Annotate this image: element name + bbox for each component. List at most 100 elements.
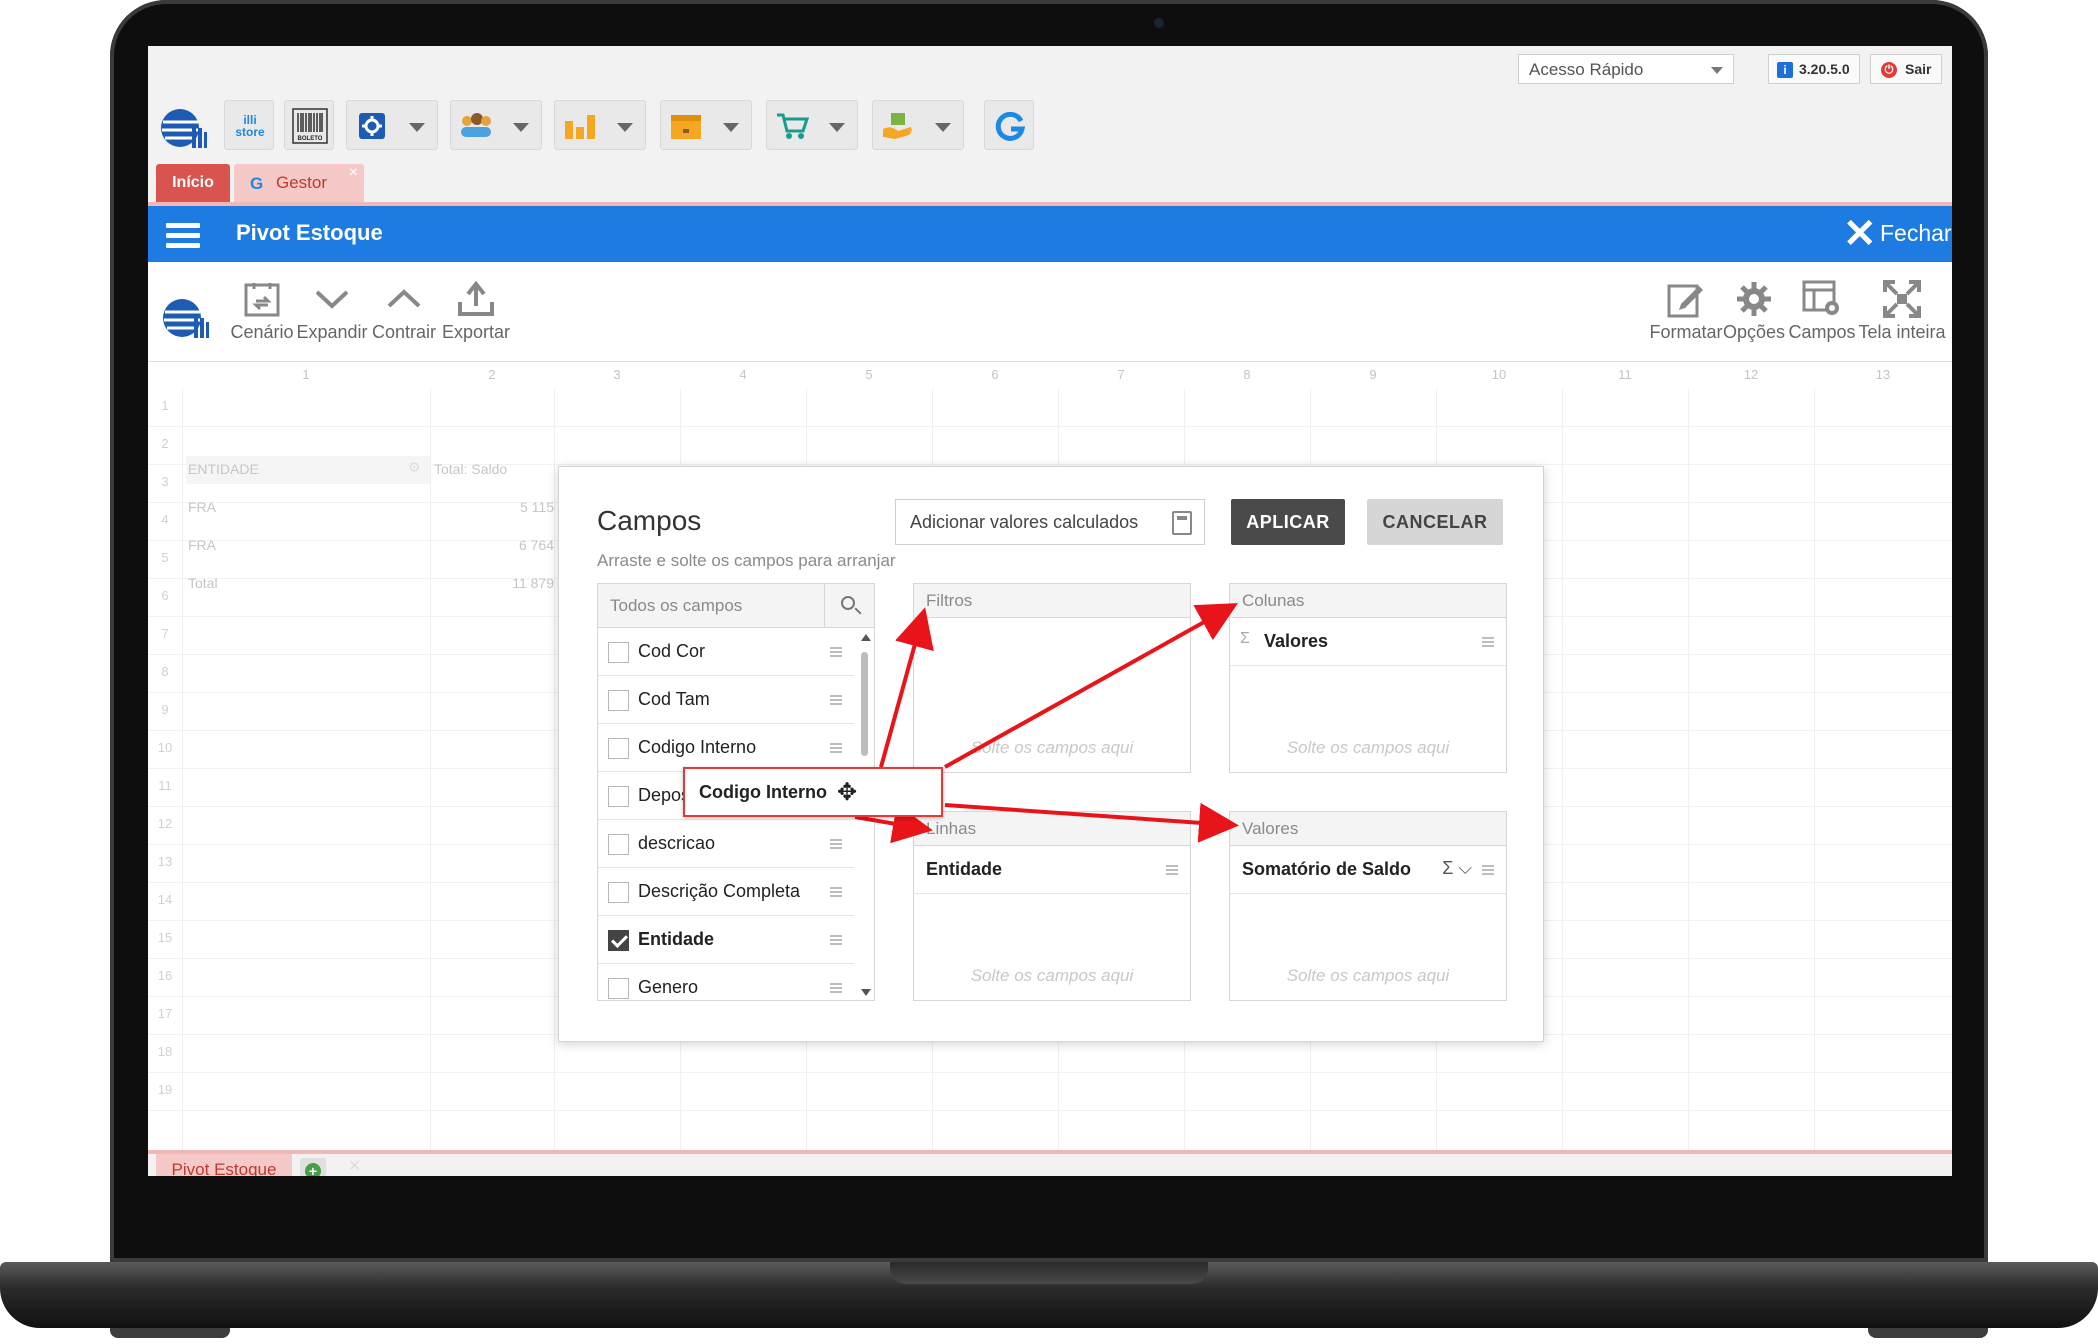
columns-zone[interactable]: Colunas Σ Valores Solte os campos aqui — [1229, 583, 1507, 773]
grid-column-header: 2 — [488, 367, 496, 382]
drag-handle-icon[interactable] — [830, 887, 842, 897]
drag-handle-icon[interactable] — [1166, 865, 1178, 875]
scenario-button[interactable]: Cenário — [226, 276, 298, 343]
field-label: Genero — [638, 977, 699, 997]
drag-handle-icon[interactable] — [830, 695, 842, 705]
grid-header-total: Total: Saldo — [434, 461, 508, 477]
laptop-foot — [1868, 1328, 1988, 1338]
chevron-up-icon — [368, 276, 440, 322]
drag-ghost-item[interactable]: Codigo Interno ✥ — [683, 767, 943, 817]
cart-icon — [773, 107, 811, 145]
logistics-dropdown[interactable] — [872, 100, 964, 150]
sales-dropdown[interactable] — [766, 100, 858, 150]
collapse-label: Contrair — [371, 322, 437, 342]
field-checkbox[interactable] — [608, 642, 629, 663]
fullscreen-button[interactable]: Tela inteira — [1856, 276, 1948, 343]
cancel-button[interactable]: CANCELAR — [1367, 499, 1503, 545]
field-checkbox[interactable] — [608, 786, 629, 807]
top-bar: Acesso Rápido i 3.20.5.0 ⏻ Sair illi sto… — [148, 46, 1952, 206]
menu-icon[interactable] — [166, 223, 200, 249]
stock-dropdown[interactable] — [660, 100, 752, 150]
grid-row-number: 1 — [161, 398, 169, 413]
dialog-subtitle: Arraste e solte os campos para arranjar — [597, 551, 896, 570]
drag-handle-icon[interactable] — [1482, 865, 1494, 875]
info-icon: i — [1777, 62, 1793, 78]
field-list-item[interactable]: Descrição Completa — [598, 868, 854, 916]
apply-button[interactable]: APLICAR — [1231, 499, 1345, 545]
values-zone[interactable]: Valores Somatório de Saldo Σ ⌵ Solte os … — [1229, 811, 1507, 1001]
users-dropdown[interactable] — [450, 100, 542, 150]
field-list-item[interactable]: Cod Cor — [598, 628, 854, 676]
expand-button[interactable]: Expandir — [294, 276, 370, 343]
grid-row-number: 8 — [161, 664, 169, 679]
fields-label: Campos — [1788, 322, 1856, 342]
scroll-down-icon[interactable] — [861, 989, 871, 996]
refresh-button[interactable] — [984, 100, 1034, 150]
dialog-title: Campos — [597, 505, 702, 536]
logout-button[interactable]: ⏻ Sair — [1870, 54, 1942, 84]
scroll-thumb[interactable] — [861, 652, 868, 756]
grid-column-header: 11 — [1618, 367, 1632, 382]
fullscreen-label: Tela inteira — [1858, 322, 1946, 342]
drop-placeholder: Solte os campos aqui — [1286, 966, 1450, 985]
reports-dropdown[interactable] — [554, 100, 646, 150]
field-list-item[interactable]: Cod Tam — [598, 676, 854, 724]
store-button[interactable]: illi store — [224, 100, 274, 150]
export-button[interactable]: Exportar — [438, 276, 514, 343]
close-icon[interactable]: × — [349, 154, 358, 192]
quick-access-select[interactable]: Acesso Rápido — [1518, 54, 1734, 84]
grid-row-line — [148, 1072, 1952, 1073]
drag-handle-icon[interactable] — [830, 839, 842, 849]
tab-pivot-estoque[interactable]: Pivot Estoque — [156, 1154, 292, 1176]
search-icon — [841, 596, 855, 610]
rows-zone-item[interactable]: Entidade — [914, 846, 1190, 894]
options-button[interactable]: Opções — [1722, 276, 1786, 343]
options-label: Opções — [1722, 322, 1786, 342]
add-tab-button[interactable]: + — [300, 1158, 326, 1176]
fields-button[interactable]: Campos — [1788, 276, 1856, 343]
collapse-button[interactable]: Contrair — [368, 276, 440, 343]
columns-zone-item[interactable]: Σ Valores — [1230, 618, 1506, 666]
field-checkbox[interactable] — [608, 930, 629, 951]
field-list-item[interactable]: descricao — [598, 820, 854, 868]
tab-gestor[interactable]: G Gestor × — [234, 164, 364, 202]
barcode-button[interactable]: BOLETO — [284, 100, 334, 150]
field-checkbox[interactable] — [608, 882, 629, 903]
search-button[interactable] — [824, 584, 874, 628]
values-zone-item[interactable]: Somatório de Saldo Σ ⌵ — [1230, 846, 1506, 894]
settings-dropdown[interactable] — [346, 100, 438, 150]
field-checkbox[interactable] — [608, 834, 629, 855]
field-checkbox[interactable] — [608, 738, 629, 759]
scenario-label: Cenário — [230, 322, 294, 342]
drag-handle-icon[interactable] — [830, 983, 842, 993]
scroll-up-icon[interactable] — [861, 634, 871, 641]
close-button[interactable]: Fechar — [1880, 220, 1952, 247]
close-icon[interactable]: ✕ — [348, 1156, 361, 1176]
format-button[interactable]: Formatar — [1648, 276, 1724, 343]
drag-handle-icon[interactable] — [830, 935, 842, 945]
drag-handle-icon[interactable] — [830, 743, 842, 753]
chevron-down-icon: ⌵ — [1458, 858, 1472, 878]
calculator-icon — [1172, 511, 1192, 535]
field-checkbox[interactable] — [608, 978, 629, 999]
sigma-icon: Σ — [1442, 858, 1454, 878]
filters-zone-title: Filtros — [914, 584, 1190, 618]
grid-column-header: 8 — [1243, 367, 1251, 382]
grid-row-number: 5 — [161, 550, 169, 565]
aggregation-dropdown[interactable]: Σ ⌵ — [1442, 858, 1472, 879]
version-button[interactable]: i 3.20.5.0 — [1768, 54, 1860, 84]
field-list-item[interactable]: Codigo Interno — [598, 724, 854, 772]
chevron-down-icon — [829, 123, 845, 132]
close-icon[interactable]: ✕ — [1843, 214, 1877, 254]
rows-zone-title: Linhas — [914, 812, 1190, 846]
field-list-item[interactable]: Entidade — [598, 916, 854, 964]
drag-handle-icon[interactable] — [1482, 637, 1494, 647]
drag-handle-icon[interactable] — [830, 647, 842, 657]
gestor-icon: G — [250, 174, 264, 193]
add-calculated-values-button[interactable]: Adicionar valores calculados — [895, 499, 1205, 545]
rows-zone[interactable]: Linhas Entidade Solte os campos aqui — [913, 811, 1191, 1001]
field-checkbox[interactable] — [608, 690, 629, 711]
filters-zone[interactable]: Filtros Solte os campos aqui — [913, 583, 1191, 773]
tab-inicio[interactable]: Início — [156, 164, 230, 202]
field-list-item[interactable]: Genero — [598, 964, 854, 1000]
